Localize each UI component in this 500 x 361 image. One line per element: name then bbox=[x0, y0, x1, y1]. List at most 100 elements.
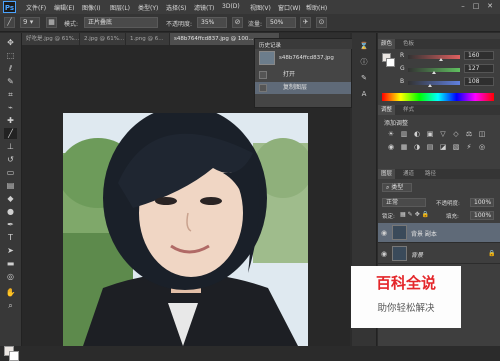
layer-filter-select[interactable]: ⌕ 类型 bbox=[382, 183, 412, 192]
adjustment-icon[interactable]: ☀ bbox=[386, 130, 396, 139]
adjustment-icon[interactable]: ▧ bbox=[451, 143, 461, 152]
tab-swatches[interactable]: 色板 bbox=[400, 39, 417, 49]
tab-document-1[interactable]: 好吃是.jpg @ 61%... bbox=[22, 33, 80, 45]
pressure-size-icon[interactable]: ⊙ bbox=[316, 17, 327, 28]
slider-handle[interactable] bbox=[432, 71, 436, 74]
adjustment-icon[interactable]: ⚡ bbox=[464, 143, 474, 152]
slider-track[interactable] bbox=[408, 81, 460, 85]
lock-icons[interactable]: ▦✎✥🔒 bbox=[400, 211, 431, 218]
adjustment-icon[interactable]: ◪ bbox=[438, 143, 448, 152]
history-item-open[interactable]: 打开 bbox=[255, 69, 351, 81]
maximize-button[interactable]: □ bbox=[471, 2, 481, 11]
marquee-tool-icon[interactable]: ⬚ bbox=[4, 50, 17, 61]
menu-edit[interactable]: 编辑(E) bbox=[54, 3, 74, 12]
tab-document-3[interactable]: 1.png @ 6... bbox=[126, 33, 170, 45]
shape-tool-icon[interactable]: ▬ bbox=[4, 258, 17, 269]
tab-styles[interactable]: 样式 bbox=[400, 105, 417, 115]
adjustment-icon[interactable]: ▦ bbox=[399, 143, 409, 152]
color-bg-swatch[interactable] bbox=[386, 58, 395, 67]
type-tool-icon[interactable]: T bbox=[4, 232, 17, 243]
slider-value-input[interactable]: 108 bbox=[464, 77, 494, 86]
clone-stamp-tool-icon[interactable]: ⊥ bbox=[4, 141, 17, 152]
menu-image[interactable]: 图像(I) bbox=[82, 3, 100, 12]
color-panel-tabs: 颜色 色板 bbox=[378, 39, 500, 49]
slider-handle[interactable] bbox=[428, 84, 432, 87]
layer-row-background[interactable]: ◉ 背景 🔒 bbox=[378, 244, 500, 264]
adjustment-icon[interactable]: ◑ bbox=[412, 143, 422, 152]
snapshot-label[interactable]: s48b764ffcd837.jpg bbox=[279, 55, 334, 61]
menu-window[interactable]: 窗口(W) bbox=[278, 3, 301, 12]
menu-select[interactable]: 选择(S) bbox=[166, 3, 187, 12]
adjustment-icon[interactable]: ◐ bbox=[412, 130, 422, 139]
eye-icon[interactable]: ◉ bbox=[381, 229, 389, 237]
minimize-button[interactable]: – bbox=[458, 2, 468, 11]
tab-paths[interactable]: 路径 bbox=[422, 169, 439, 179]
zoom-tool-icon[interactable]: ⌕ bbox=[4, 300, 17, 311]
layer-row-background-copy[interactable]: ◉ 背景 副本 bbox=[378, 223, 500, 243]
background-color-swatch[interactable] bbox=[9, 351, 19, 361]
move-tool-icon[interactable]: ✥ bbox=[4, 37, 17, 48]
adjustment-icon[interactable]: ◇ bbox=[451, 130, 461, 139]
gradient-tool-icon[interactable]: ▤ bbox=[4, 180, 17, 191]
brush-size-value: 9 bbox=[23, 18, 28, 26]
adjustment-icon[interactable]: ▽ bbox=[438, 130, 448, 139]
slider-handle[interactable] bbox=[439, 58, 443, 61]
quick-select-tool-icon[interactable]: ✎ bbox=[4, 76, 17, 87]
menu-layer[interactable]: 图层(L) bbox=[110, 3, 130, 12]
adjustment-icon[interactable]: ◎ bbox=[477, 143, 487, 152]
brush-presets-icon[interactable]: ✎ bbox=[358, 73, 370, 83]
adjustment-icon[interactable]: ◫ bbox=[477, 130, 487, 139]
menu-filter[interactable]: 滤镜(T) bbox=[194, 3, 214, 12]
fill-input[interactable]: 100% bbox=[470, 211, 494, 220]
eye-icon[interactable]: ◉ bbox=[381, 250, 389, 258]
adjustment-icon[interactable]: ▥ bbox=[399, 130, 409, 139]
close-button[interactable]: ✕ bbox=[485, 2, 495, 11]
history-panel-icon[interactable]: ⌛ bbox=[358, 41, 370, 51]
history-item-duplicate-layer[interactable]: 复制图层 bbox=[255, 82, 351, 94]
pressure-opacity-icon[interactable]: ⊘ bbox=[232, 17, 243, 28]
adjustment-icon[interactable]: ▤ bbox=[425, 143, 435, 152]
info-panel-icon[interactable]: ⓘ bbox=[358, 57, 370, 67]
tab-channels[interactable]: 通道 bbox=[400, 169, 417, 179]
character-panel-icon[interactable]: A bbox=[358, 89, 370, 99]
tab-adjustments[interactable]: 调整 bbox=[378, 105, 396, 115]
menu-view[interactable]: 视图(V) bbox=[250, 3, 271, 12]
document-photo[interactable] bbox=[63, 113, 308, 346]
tab-color[interactable]: 颜色 bbox=[378, 39, 396, 49]
tab-layers[interactable]: 图层 bbox=[378, 169, 396, 179]
blend-mode-select[interactable]: 正片叠底 bbox=[84, 17, 158, 28]
lasso-tool-icon[interactable]: ℓ bbox=[4, 63, 17, 74]
layer-blend-mode-select[interactable]: 正常 bbox=[382, 198, 426, 207]
brush-panel-icon[interactable]: ▦ bbox=[46, 17, 57, 28]
menu-3d[interactable]: 3D(D) bbox=[222, 3, 240, 10]
menu-type[interactable]: 类型(Y) bbox=[138, 3, 158, 12]
opacity-input[interactable]: 35% bbox=[197, 17, 227, 28]
brush-preset-picker[interactable]: 9 ▾ bbox=[20, 17, 40, 28]
adjustment-icon[interactable]: ◉ bbox=[386, 143, 396, 152]
tab-document-2[interactable]: 2.jpg @ 61%... bbox=[80, 33, 126, 45]
airbrush-icon[interactable]: ✈ bbox=[300, 17, 311, 28]
slider-value-input[interactable]: 160 bbox=[464, 51, 494, 60]
3d-tool-icon[interactable]: ◎ bbox=[4, 271, 17, 282]
brush-tool-icon-active[interactable]: ╱ bbox=[4, 128, 17, 139]
hand-tool-icon[interactable]: ✋ bbox=[4, 287, 17, 298]
healing-tool-icon[interactable]: ✚ bbox=[4, 115, 17, 126]
adjustment-icon[interactable]: ▣ bbox=[425, 130, 435, 139]
menu-help[interactable]: 帮助(H) bbox=[306, 3, 327, 12]
crop-tool-icon[interactable]: ⌗ bbox=[4, 89, 17, 100]
adjustment-icon[interactable]: ⚖ bbox=[464, 130, 474, 139]
slider-value-input[interactable]: 127 bbox=[464, 64, 494, 73]
blur-tool-icon[interactable]: ◆ bbox=[4, 193, 17, 204]
path-select-tool-icon[interactable]: ➤ bbox=[4, 245, 17, 256]
pen-tool-icon[interactable]: ✒ bbox=[4, 219, 17, 230]
history-brush-tool-icon[interactable]: ↺ bbox=[4, 154, 17, 165]
dodge-tool-icon[interactable]: ● bbox=[4, 206, 17, 217]
flow-input[interactable]: 50% bbox=[266, 17, 296, 28]
menu-file[interactable]: 文件(F) bbox=[26, 3, 46, 12]
slider-track[interactable] bbox=[408, 55, 460, 59]
eraser-tool-icon[interactable]: ▭ bbox=[4, 167, 17, 178]
layer-opacity-input[interactable]: 100% bbox=[470, 198, 494, 207]
color-spectrum[interactable] bbox=[382, 93, 494, 101]
brush-tool-icon[interactable]: ╱ bbox=[4, 17, 15, 28]
eyedropper-tool-icon[interactable]: ⌁ bbox=[4, 102, 17, 113]
